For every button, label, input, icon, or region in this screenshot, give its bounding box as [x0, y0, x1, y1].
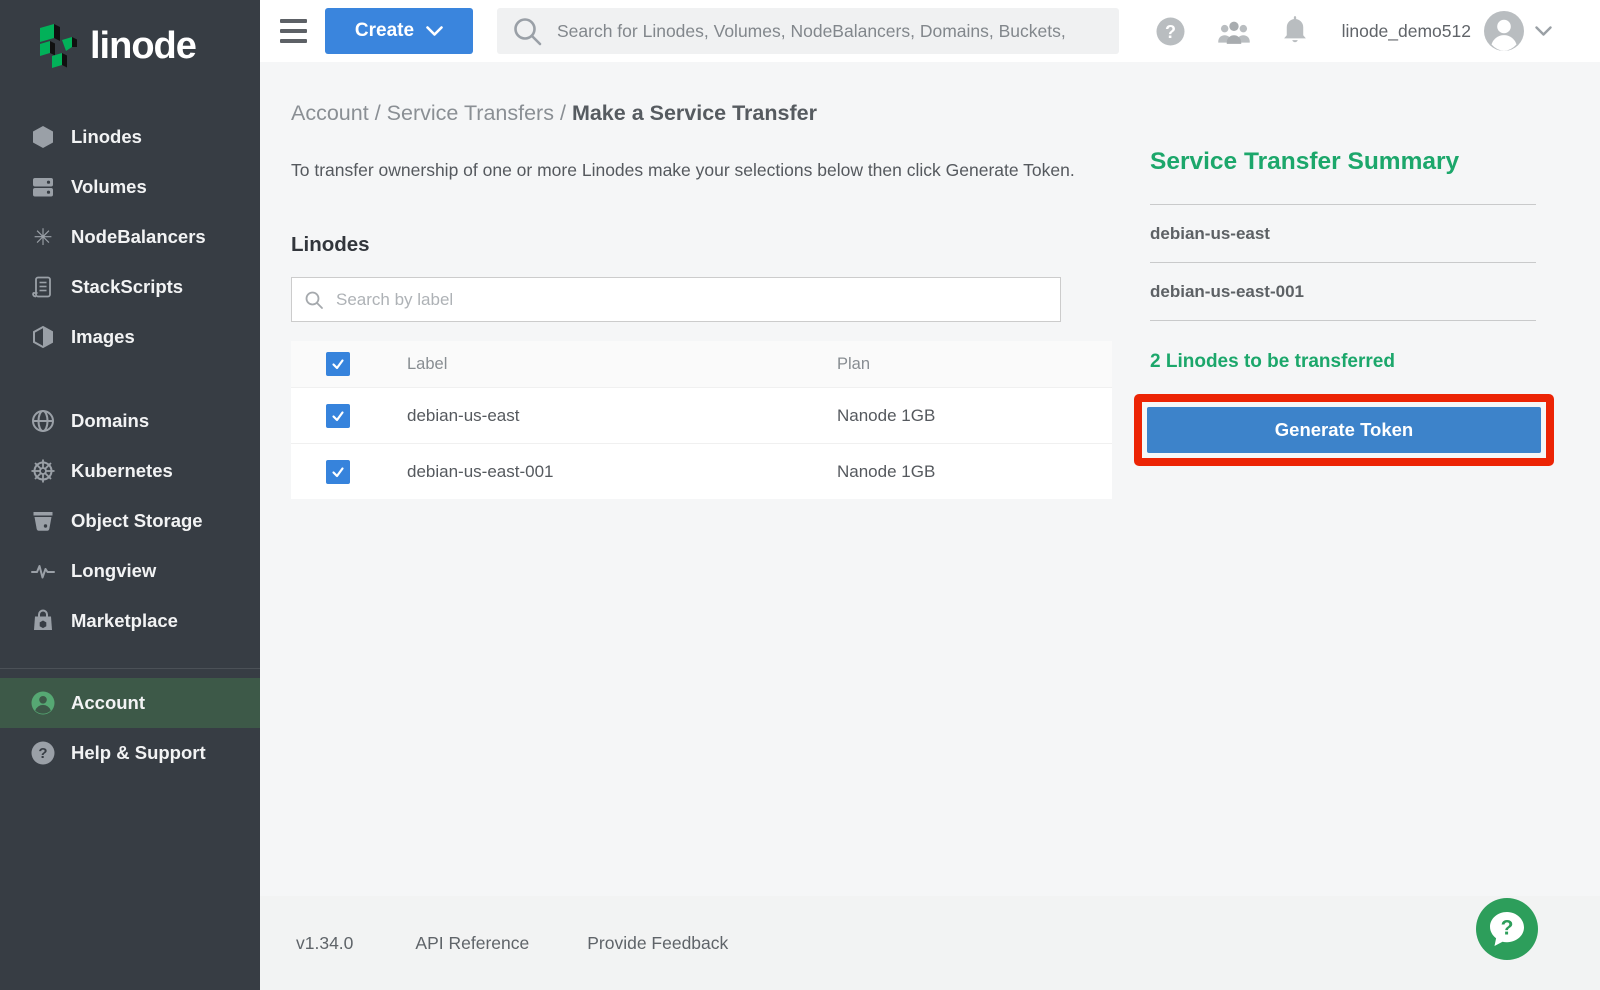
global-search[interactable] [497, 8, 1119, 54]
sidebar-item-account[interactable]: Account [0, 678, 260, 728]
row-checkbox[interactable] [326, 460, 350, 484]
sidebar-group-compute: Linodes Volumes ✳ NodeBalancers StackScr… [0, 112, 260, 362]
account-icon [30, 690, 56, 716]
linode-cubes-icon [36, 22, 80, 75]
column-header-label: Label [407, 355, 837, 374]
svg-text:?: ? [1165, 22, 1176, 42]
sidebar-item-object-storage[interactable]: Object Storage [0, 496, 260, 546]
label-search-input[interactable] [336, 290, 1048, 310]
chat-question-icon[interactable]: ? [1476, 898, 1538, 960]
bucket-icon [30, 508, 56, 534]
sidebar-item-stackscripts[interactable]: StackScripts [0, 262, 260, 312]
svg-text:?: ? [38, 745, 47, 762]
sidebar-item-kubernetes[interactable]: Kubernetes [0, 446, 260, 496]
global-search-input[interactable] [557, 21, 1105, 42]
sidebar-item-marketplace[interactable]: Marketplace [0, 596, 260, 646]
sidebar: linode Linodes Volumes ✳ NodeBalancers S… [0, 0, 260, 990]
intro-text: To transfer ownership of one or more Lin… [291, 158, 1103, 183]
svg-text:?: ? [1501, 917, 1514, 940]
pulse-icon [30, 558, 56, 584]
user-menu[interactable] [1483, 10, 1552, 52]
sidebar-divider [0, 668, 260, 669]
bell-icon[interactable] [1280, 15, 1310, 47]
users-icon[interactable] [1216, 17, 1252, 45]
volumes-icon [30, 174, 56, 200]
script-icon [30, 274, 56, 300]
select-all-checkbox[interactable] [326, 352, 350, 376]
username: linode_demo512 [1342, 21, 1471, 42]
version-link[interactable]: v1.34.0 [296, 933, 353, 954]
footer: v1.34.0 API Reference Provide Feedback [260, 896, 1600, 990]
helm-icon [30, 458, 56, 484]
cube-icon [30, 124, 56, 150]
sidebar-group-services: Domains Kubernetes Object Storage Longvi… [0, 396, 260, 646]
linode-plan: Nanode 1GB [837, 462, 1112, 482]
service-transfer-summary: Service Transfer Summary debian-us-east … [1150, 148, 1536, 466]
summary-title: Service Transfer Summary [1150, 148, 1536, 176]
linode-plan: Nanode 1GB [837, 406, 1112, 426]
table-row: debian-us-east-001 Nanode 1GB [291, 443, 1112, 499]
linode-label: debian-us-east [407, 406, 837, 426]
table-header-row: Label Plan [291, 341, 1112, 387]
breadcrumb-account[interactable]: Account [291, 101, 369, 125]
topbar-actions: ? linode_demo512 [1155, 0, 1552, 62]
linode-logo[interactable]: linode [0, 0, 260, 75]
help-circle-icon[interactable]: ? [1155, 16, 1186, 47]
sidebar-item-help-support[interactable]: ? Help & Support [0, 728, 260, 778]
sidebar-group-account: Account ? Help & Support [0, 678, 260, 778]
sidebar-item-longview[interactable]: Longview [0, 546, 260, 596]
generate-token-button[interactable]: Generate Token [1147, 407, 1541, 453]
summary-item: debian-us-east-001 [1150, 263, 1536, 320]
logo-text: linode [90, 27, 196, 71]
linode-label: debian-us-east-001 [407, 462, 837, 482]
label-search[interactable] [291, 277, 1061, 322]
breadcrumb-service-transfers[interactable]: Service Transfers [387, 101, 554, 125]
breadcrumb: Account/Service Transfers/Make a Service… [291, 101, 817, 126]
provide-feedback-link[interactable]: Provide Feedback [587, 933, 728, 954]
images-icon [30, 324, 56, 350]
page-title: Make a Service Transfer [572, 101, 817, 125]
sidebar-item-images[interactable]: Images [0, 312, 260, 362]
linodes-section-title: Linodes [291, 233, 370, 257]
table-row: debian-us-east Nanode 1GB [291, 387, 1112, 443]
nodebalancer-icon: ✳ [30, 224, 56, 250]
row-checkbox[interactable] [326, 404, 350, 428]
create-button[interactable]: Create [325, 8, 473, 54]
sidebar-item-domains[interactable]: Domains [0, 396, 260, 446]
search-icon [304, 290, 324, 310]
app-root: linode Linodes Volumes ✳ NodeBalancers S… [0, 0, 1600, 990]
chevron-down-icon [1535, 26, 1552, 37]
question-circle-icon: ? [30, 740, 56, 766]
divider [1150, 320, 1536, 321]
linodes-table: Label Plan debian-us-east Nanode 1GB deb… [291, 341, 1112, 499]
avatar [1483, 10, 1525, 52]
summary-item: debian-us-east [1150, 205, 1536, 262]
highlight-annotation: Generate Token [1134, 394, 1554, 466]
sidebar-item-linodes[interactable]: Linodes [0, 112, 260, 162]
bag-icon [30, 608, 56, 634]
sidebar-item-nodebalancers[interactable]: ✳ NodeBalancers [0, 212, 260, 262]
globe-icon [30, 408, 56, 434]
chevron-down-icon [426, 26, 443, 37]
search-icon [511, 15, 543, 47]
column-header-plan: Plan [837, 355, 1112, 374]
hamburger-icon[interactable] [280, 19, 307, 43]
topbar: Create ? linode_demo512 [260, 0, 1600, 62]
sidebar-item-volumes[interactable]: Volumes [0, 162, 260, 212]
transfer-count: 2 Linodes to be transferred [1150, 351, 1536, 373]
api-reference-link[interactable]: API Reference [415, 933, 529, 954]
